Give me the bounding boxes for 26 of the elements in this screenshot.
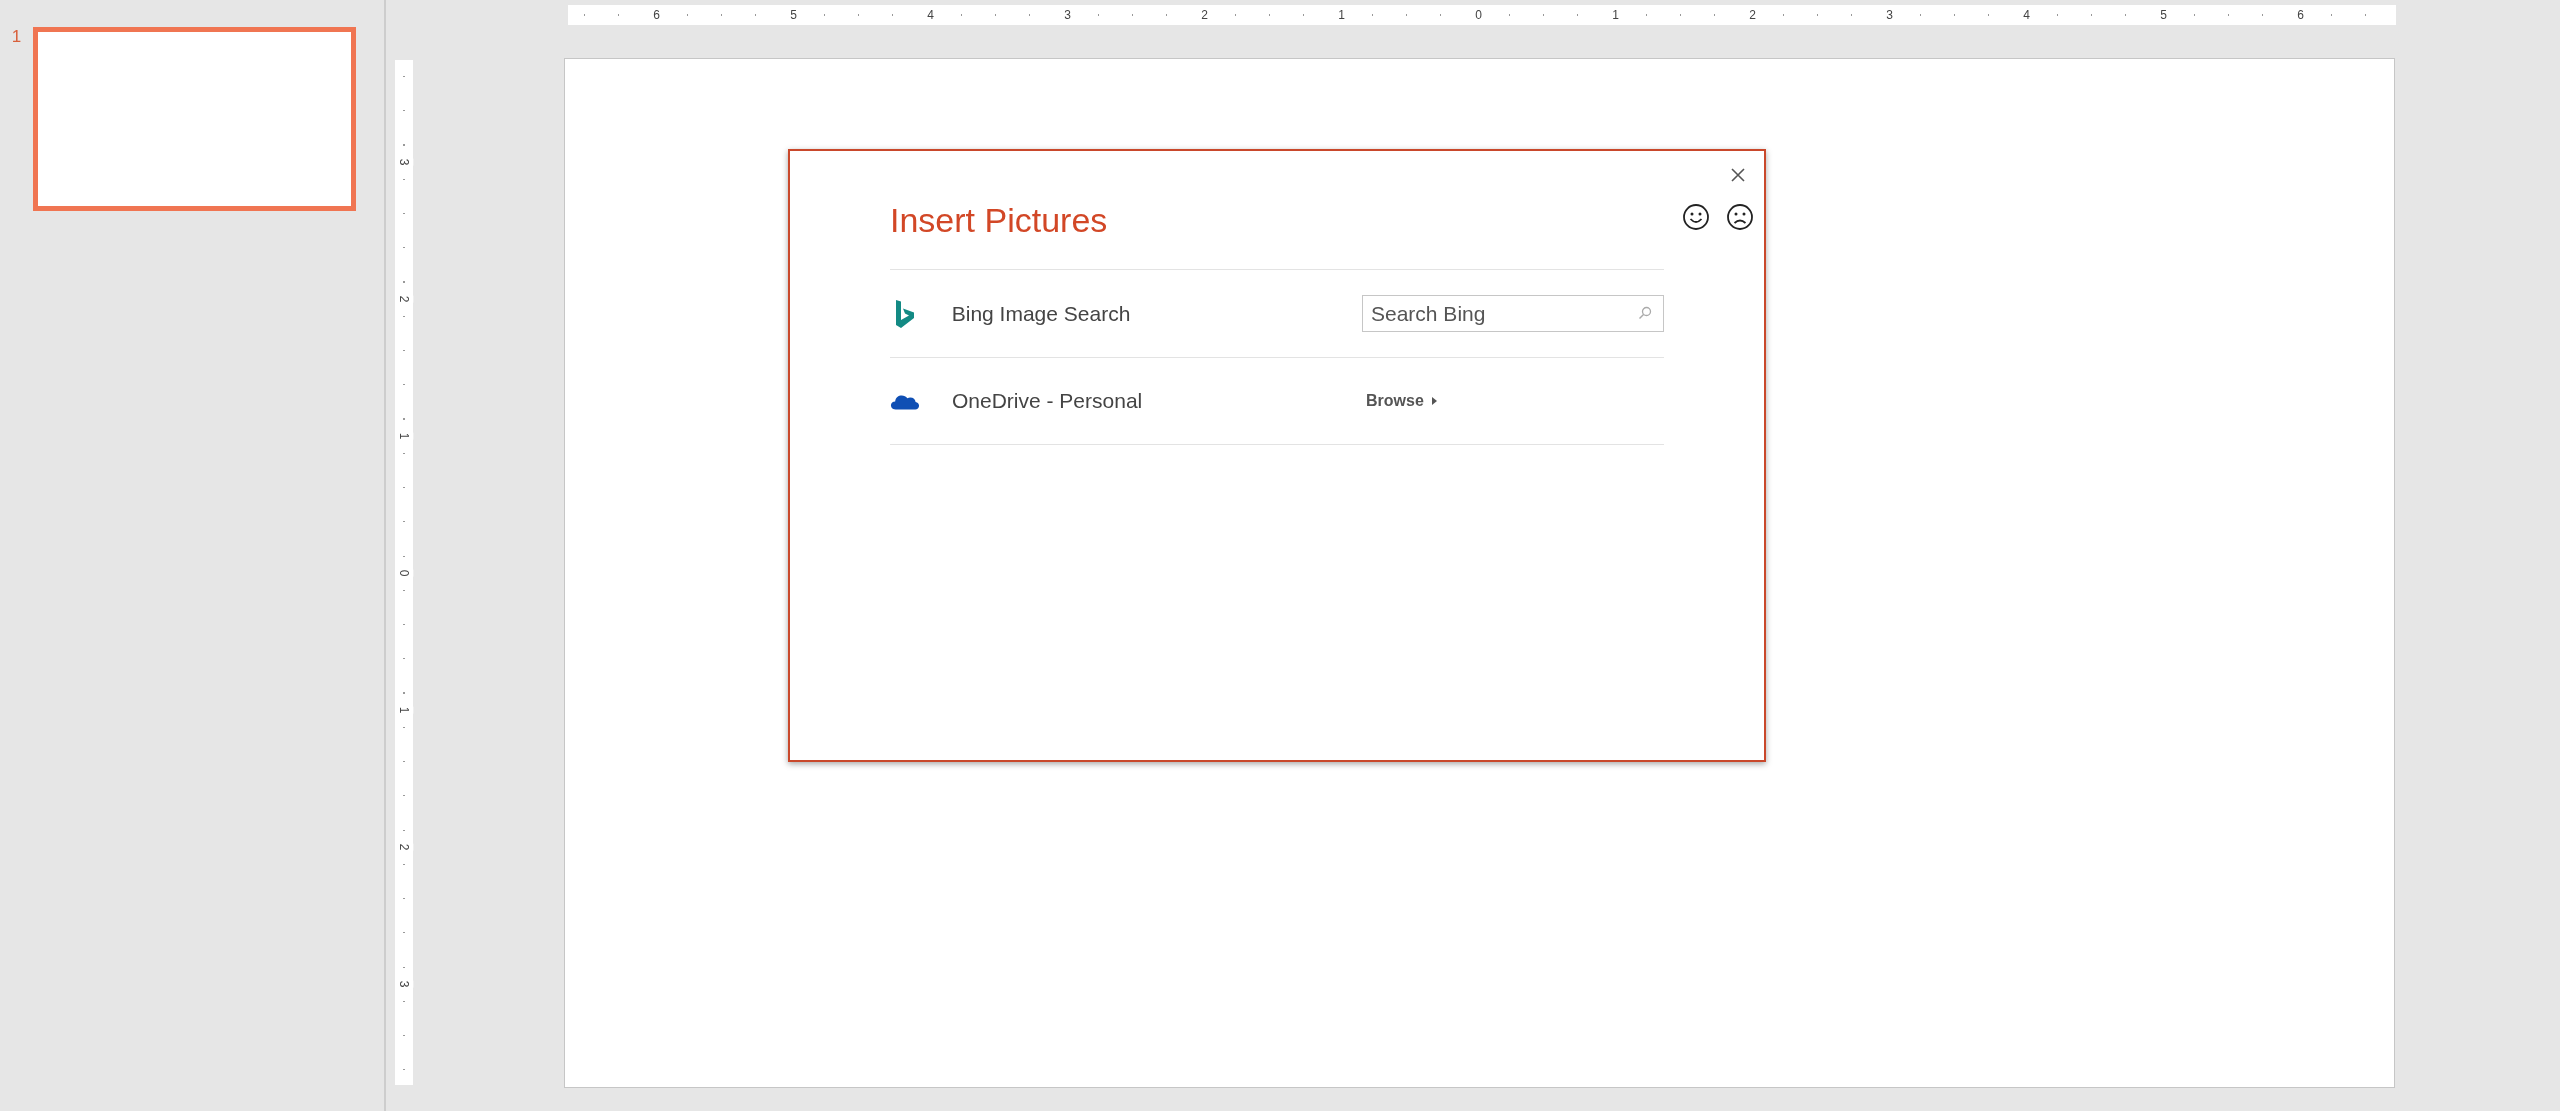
ruler-label: 4 <box>924 8 937 22</box>
dialog-title: Insert Pictures <box>890 200 1108 241</box>
ruler-label: 0 <box>1472 8 1485 22</box>
ruler-label: 3 <box>1883 8 1896 22</box>
search-icon <box>1638 306 1652 320</box>
ruler-label: 5 <box>787 8 800 22</box>
source-name[interactable]: Bing Image Search <box>951 297 1362 330</box>
ruler-label: 6 <box>2294 8 2307 22</box>
bing-logo-icon <box>894 298 915 329</box>
smile-feedback-button[interactable] <box>1682 203 1710 231</box>
source-name[interactable]: OneDrive - Personal <box>952 385 1366 417</box>
slide-thumbnail[interactable] <box>33 27 356 211</box>
close-icon <box>1730 167 1746 183</box>
ruler-label: 3 <box>1061 8 1074 22</box>
ruler-label: 6 <box>650 8 663 22</box>
frown-feedback-button[interactable] <box>1726 203 1754 231</box>
ruler-label: 1 <box>1609 8 1622 22</box>
ruler-label: 1 <box>1335 8 1348 22</box>
ruler-label: 4 <box>2020 8 2033 22</box>
caret-icon <box>1431 397 1437 405</box>
browse-button[interactable]: Browse <box>1366 389 1437 413</box>
slide-number: 1 <box>10 27 23 48</box>
ruler-label: 5 <box>2157 8 2170 22</box>
ruler-label: 2 <box>1198 8 1211 22</box>
search-field[interactable]: Search Bing <box>1362 295 1664 332</box>
ruler-label: 2 <box>1746 8 1759 22</box>
